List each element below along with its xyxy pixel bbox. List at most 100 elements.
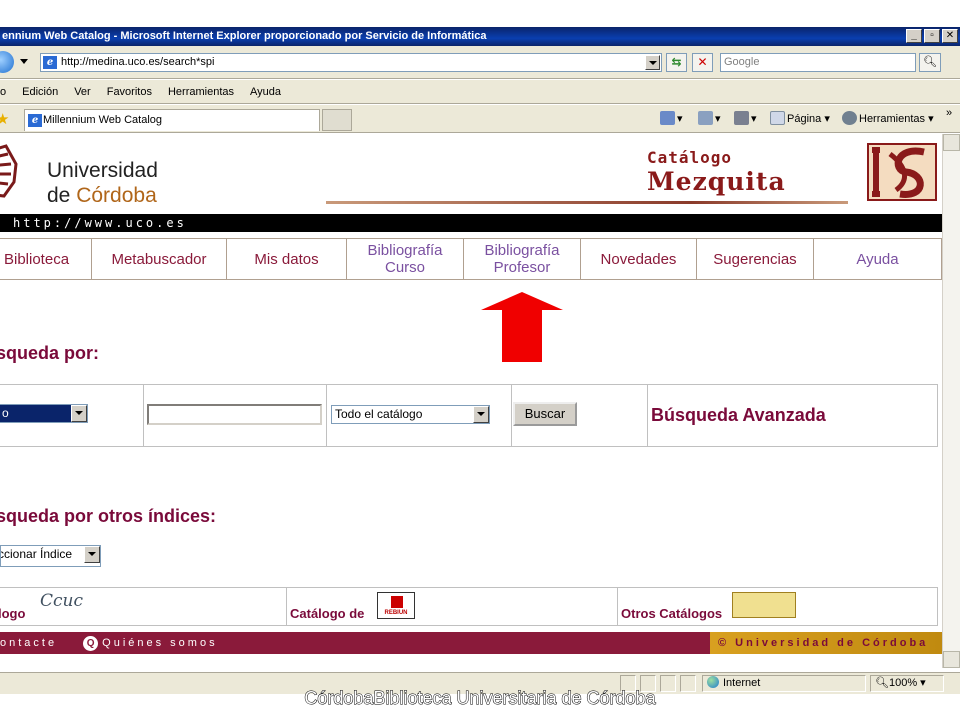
footer-contacte[interactable]: ontacte: [0, 637, 57, 649]
history-dropdown-icon[interactable]: [20, 59, 28, 64]
tools-menu-label: Herramientas: [859, 113, 926, 125]
quienes-somos-icon: Q: [83, 636, 99, 651]
catalog-rebiun-cell[interactable]: Catálogo de REBIUN: [286, 588, 617, 625]
print-button[interactable]: ▾: [734, 110, 757, 128]
catalogs-row: logo Ccuc Catálogo de REBIUN Otros Catál…: [0, 587, 938, 626]
search-button[interactable]: 🔍︎: [919, 53, 941, 72]
footer-links: ontacte Q Quiénes somos: [0, 632, 218, 654]
nav-metabuscador[interactable]: Metabuscador: [91, 239, 226, 279]
menu-bar: o Edición Ver Favoritos Herramientas Ayu…: [0, 80, 960, 104]
tab-millennium[interactable]: e Millennium Web Catalog: [24, 109, 320, 131]
search-term-cell: [143, 385, 326, 446]
back-arrow-icon[interactable]: [0, 51, 14, 73]
index-select[interactable]: ccionar Índice: [0, 545, 101, 567]
otros-catalogos-logo: [732, 592, 796, 618]
slide-caption: CórdobaBiblioteca Universitaria de Córdo…: [304, 688, 656, 709]
menu-edicion[interactable]: Edición: [14, 86, 66, 98]
catalog-ccuc-cell[interactable]: logo Ccuc: [0, 588, 286, 625]
page-footer: ontacte Q Quiénes somos © Universidad de …: [0, 632, 942, 654]
tab-label: Millennium Web Catalog: [43, 114, 163, 126]
feed-icon: [698, 111, 713, 125]
scroll-up-icon[interactable]: [943, 134, 960, 151]
catalog-title: Mezquita: [647, 167, 786, 196]
printer-icon: [734, 111, 749, 125]
search-type-value: o: [2, 406, 9, 420]
search-button-cell: Buscar: [511, 385, 647, 446]
search-scope-cell: Todo el catálogo: [326, 385, 511, 446]
quienes-somos-label: Quiénes somos: [102, 637, 218, 649]
search-row: o Todo el catálogo Buscar Búsqueda Avanz…: [0, 384, 938, 447]
chevron-down-icon[interactable]: [71, 405, 87, 422]
menu-ayuda[interactable]: Ayuda: [242, 86, 289, 98]
search-input[interactable]: Google: [720, 53, 916, 72]
tools-menu-button[interactable]: Herramientas ▾: [842, 110, 934, 128]
gear-icon: [842, 111, 857, 125]
ccuc-logo: Ccuc: [40, 591, 83, 611]
refresh-button[interactable]: ⇆: [666, 53, 687, 72]
footer-copyright: © Universidad de Córdoba: [710, 632, 942, 654]
catalog-otros-cell[interactable]: Otros Catálogos: [617, 588, 937, 625]
catalog-subtitle: Catálogo: [647, 148, 733, 167]
footer-quienes-somos[interactable]: Q Quiénes somos: [83, 636, 218, 651]
web-page: Universidad de Córdoba Catálogo Mezquita…: [0, 134, 942, 668]
ie-tab-icon: e: [28, 114, 42, 127]
nav-novedades[interactable]: Novedades: [580, 239, 696, 279]
window-title: ennium Web Catalog - Microsoft Internet …: [0, 27, 960, 46]
mezquita-monogram-icon: [867, 143, 937, 201]
university-logo-icon: [0, 144, 18, 198]
search-type-select[interactable]: o: [0, 404, 88, 423]
stop-button[interactable]: ✕: [692, 53, 713, 72]
window-controls: _ ▫ ✕: [906, 29, 958, 43]
close-button[interactable]: ✕: [942, 29, 958, 43]
menu-herramientas[interactable]: Herramientas: [160, 86, 242, 98]
main-nav: Biblioteca Metabuscador Mis datos Biblio…: [0, 238, 942, 280]
ie-page-icon: e: [43, 56, 57, 69]
search-section-title: squeda por:: [0, 343, 100, 363]
address-url: http://medina.uco.es/search*spi: [61, 56, 215, 68]
scroll-down-icon[interactable]: [943, 651, 960, 668]
new-tab-button[interactable]: [322, 109, 352, 131]
search-scope-value: Todo el catálogo: [335, 407, 423, 421]
index-select-value: ccionar Índice: [0, 547, 73, 561]
buscar-button[interactable]: Buscar: [513, 402, 577, 426]
menu-archivo[interactable]: o: [0, 86, 14, 98]
minimize-button[interactable]: _: [906, 29, 922, 43]
search-scope-select[interactable]: Todo el catálogo: [331, 405, 490, 424]
feeds-button[interactable]: ▾: [698, 110, 721, 128]
home-button[interactable]: ▾: [660, 110, 683, 128]
menu-favoritos[interactable]: Favoritos: [99, 86, 160, 98]
catalog-otros-label: Otros Catálogos: [621, 606, 723, 621]
nav-bibliografia-profesor[interactable]: Bibliografía Profesor: [463, 239, 580, 279]
uni-prefix: de: [47, 184, 77, 207]
advanced-search-cell: Búsqueda Avanzada: [647, 385, 937, 446]
magnifier-icon: 🔍︎: [923, 56, 937, 68]
nav-bibliografia-curso[interactable]: Bibliografía Curso: [346, 239, 463, 279]
page-menu-button[interactable]: Página ▾: [770, 110, 830, 128]
other-indexes-title: squeda por otros índices:: [0, 506, 217, 526]
search-term-input[interactable]: [147, 404, 322, 425]
search-type-cell: o: [0, 385, 143, 446]
advanced-search-link[interactable]: Búsqueda Avanzada: [651, 405, 826, 426]
chevron-down-icon[interactable]: [84, 546, 100, 563]
globe-icon: [707, 676, 719, 688]
toolbar-overflow[interactable]: »: [946, 104, 952, 122]
page-menu-label: Página: [787, 113, 822, 125]
home-icon: [660, 111, 675, 125]
nav-ayuda[interactable]: Ayuda: [813, 239, 941, 279]
chevron-down-icon[interactable]: [473, 406, 489, 423]
university-name-line2: de Córdoba: [47, 184, 157, 207]
maximize-button[interactable]: ▫: [924, 29, 940, 43]
favorites-star-icon[interactable]: ★: [0, 110, 9, 128]
address-dropdown-icon[interactable]: [645, 55, 660, 70]
menu-ver[interactable]: Ver: [66, 86, 99, 98]
nav-sugerencias[interactable]: Sugerencias: [696, 239, 813, 279]
nav-mis-datos[interactable]: Mis datos: [226, 239, 346, 279]
nav-biblioteca[interactable]: Biblioteca: [0, 239, 91, 279]
header-divider: [326, 201, 848, 204]
vertical-scrollbar[interactable]: [942, 134, 960, 668]
catalog-rebiun-label: Catálogo de: [290, 606, 365, 621]
uni-city: Córdoba: [76, 184, 157, 207]
page-icon: [770, 111, 785, 125]
address-input[interactable]: e http://medina.uco.es/search*spi: [40, 53, 662, 72]
url-strip: http://www.uco.es: [0, 214, 942, 232]
